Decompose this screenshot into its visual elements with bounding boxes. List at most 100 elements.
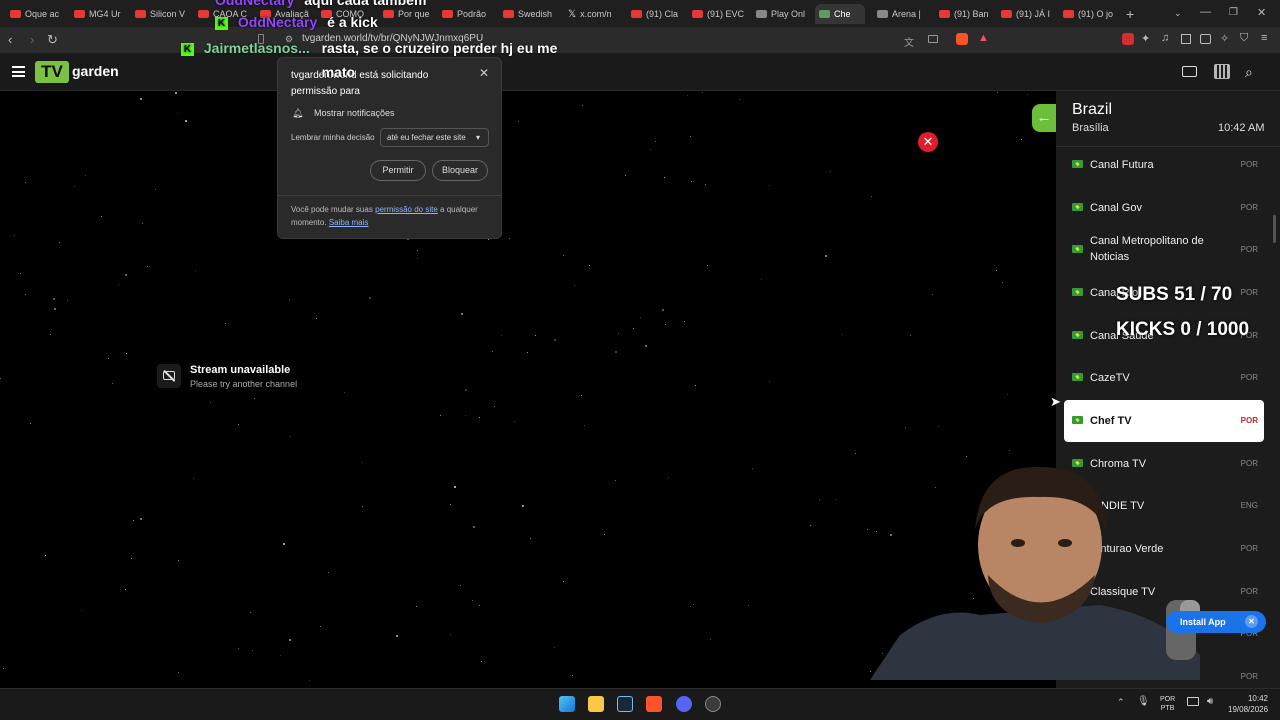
browser-tab[interactable]: Silicon V <box>135 4 193 24</box>
star-dot <box>690 136 691 137</box>
system-clock[interactable]: 10:42 19/08/2026 <box>1228 693 1268 715</box>
browser-tab[interactable]: Arena | <box>877 4 935 24</box>
star-dot <box>825 255 827 257</box>
minimize-icon[interactable]: — <box>1200 6 1211 18</box>
logo-tv-badge[interactable]: TV <box>35 61 69 83</box>
star-dot <box>461 313 463 315</box>
channel-item[interactable]: CazeTV POR <box>1064 357 1264 399</box>
brave-browser-icon[interactable] <box>646 696 662 712</box>
star-dot <box>450 634 451 635</box>
star-dot <box>695 385 696 386</box>
channel-language: POR <box>1240 416 1258 425</box>
back-icon[interactable]: ‹ <box>8 32 12 47</box>
browser-tab[interactable]: Oque ac <box>10 4 68 24</box>
browser-tab[interactable]: Swedish <box>503 4 561 24</box>
browser-tab[interactable]: (91) EVC <box>692 4 750 24</box>
volume-icon[interactable]: 🔊︎ <box>1207 696 1213 707</box>
youtube-icon <box>692 10 703 18</box>
tab-label: (91) Cla <box>646 9 679 19</box>
star-dot <box>932 294 933 295</box>
tv-mode-icon[interactable] <box>1182 66 1197 77</box>
streamer-webcam <box>870 466 1200 680</box>
country-title: Brazil <box>1072 101 1113 118</box>
subs-goal-counter: SUBS 51 / 70 <box>1116 284 1233 305</box>
browser-tab[interactable]: 𝕏x.com/n <box>568 4 626 24</box>
network-icon[interactable] <box>1187 697 1199 706</box>
footer-prefix: Você pode mudar suas <box>291 205 373 214</box>
block-button[interactable]: Bloquear <box>432 160 488 181</box>
translate-icon[interactable]: 文 <box>904 34 914 49</box>
browser-tab[interactable]: Che✕ <box>815 4 865 24</box>
channel-item[interactable]: Canal Futura POR <box>1064 144 1264 186</box>
notification-row: 🔔︎ Mostrar notificações <box>292 108 394 119</box>
chat-user: OddNectary <box>215 0 295 8</box>
close-player-button[interactable]: ✕ <box>918 132 938 152</box>
sidebar-toggle-icon[interactable] <box>1181 34 1191 44</box>
allow-button[interactable]: Permitir <box>370 160 426 181</box>
browser-menu-icon[interactable]: ≡ <box>1261 32 1267 44</box>
wallet-icon[interactable] <box>1200 34 1211 44</box>
browser-tab[interactable]: Podrão <box>442 4 500 24</box>
browser-tab[interactable]: (91) JÁ I <box>1001 4 1059 24</box>
browser-tab[interactable]: Play Onl <box>756 4 814 24</box>
site-permission-link[interactable]: permissão do site <box>375 205 438 214</box>
extensions-puzzle-icon[interactable]: ✦ <box>1141 32 1150 45</box>
extension-red-icon[interactable] <box>1122 33 1134 45</box>
star-dot <box>633 328 634 329</box>
file-explorer-icon[interactable] <box>588 696 604 712</box>
tab-label: (91) Ban <box>954 9 989 19</box>
window-close-icon[interactable]: ✕ <box>1257 6 1266 19</box>
steam-icon[interactable] <box>617 696 633 712</box>
star-dot <box>344 392 345 393</box>
brave-shield-icon[interactable] <box>956 33 968 45</box>
star-dot <box>195 270 196 271</box>
collapse-sidebar-button[interactable]: ← <box>1032 104 1056 132</box>
cast-icon[interactable] <box>928 35 938 43</box>
search-icon[interactable]: ⌕ <box>1245 64 1253 81</box>
browser-tab[interactable]: (91) Ban <box>939 4 997 24</box>
media-icon[interactable]: ♫ <box>1161 32 1169 44</box>
star-dot <box>67 300 68 301</box>
vpn-icon[interactable]: ⛉ <box>1240 32 1248 45</box>
keyboard-icon[interactable] <box>1214 64 1230 79</box>
browser-tab[interactable]: (91) Cla <box>631 4 689 24</box>
reload-icon[interactable]: ↻ <box>47 32 58 48</box>
browser-tab[interactable]: MG4 Ur <box>74 4 132 24</box>
logo-text[interactable]: garden <box>72 63 119 79</box>
channel-item[interactable]: Canal Gov POR <box>1064 187 1264 229</box>
tab-label: Play Onl <box>771 9 806 19</box>
maximize-icon[interactable]: ❐ <box>1229 7 1238 18</box>
tab-search-icon[interactable]: ⌄ <box>1174 8 1182 19</box>
forward-icon[interactable]: › <box>30 32 34 47</box>
channel-item[interactable]: Chef TV POR <box>1064 400 1264 442</box>
app-icon[interactable] <box>705 696 721 712</box>
star-dot <box>108 358 109 359</box>
tray-overflow-icon[interactable]: ⌃ <box>1117 697 1125 708</box>
learn-more-link[interactable]: Saiba mais <box>329 218 369 227</box>
browser-tab[interactable]: (91) O jo <box>1063 4 1121 24</box>
new-tab-icon[interactable]: + <box>1126 6 1134 22</box>
leo-ai-icon[interactable]: ✧ <box>1220 32 1229 45</box>
brave-rewards-icon[interactable]: ▲ <box>978 32 989 44</box>
microphone-icon[interactable]: 🎙︎ <box>1137 696 1150 707</box>
channel-item[interactable]: Canal Metropolitano de Noticias POR <box>1064 229 1264 271</box>
kick-logo-icon: K <box>181 43 194 56</box>
arena-icon <box>877 10 888 18</box>
windows-start-icon[interactable] <box>559 696 575 712</box>
star-dot <box>417 258 418 259</box>
discord-icon[interactable] <box>676 696 692 712</box>
star-dot <box>309 680 310 681</box>
sidebar-scrollbar[interactable] <box>1273 215 1276 243</box>
star-dot <box>465 389 467 391</box>
install-dismiss-icon[interactable]: ✕ <box>1245 615 1258 628</box>
install-app-button[interactable]: Install App ✕ <box>1166 611 1266 633</box>
star-dot <box>140 98 142 100</box>
input-language[interactable]: POR PTB <box>1160 695 1175 713</box>
star-dot <box>707 265 708 266</box>
hamburger-menu-icon[interactable] <box>12 66 25 77</box>
star-dot <box>225 323 226 324</box>
star-dot <box>30 423 31 424</box>
remember-select[interactable]: até eu fechar este site ▾ <box>380 128 489 147</box>
channel-language: POR <box>1240 203 1258 212</box>
youtube-icon <box>10 10 21 18</box>
